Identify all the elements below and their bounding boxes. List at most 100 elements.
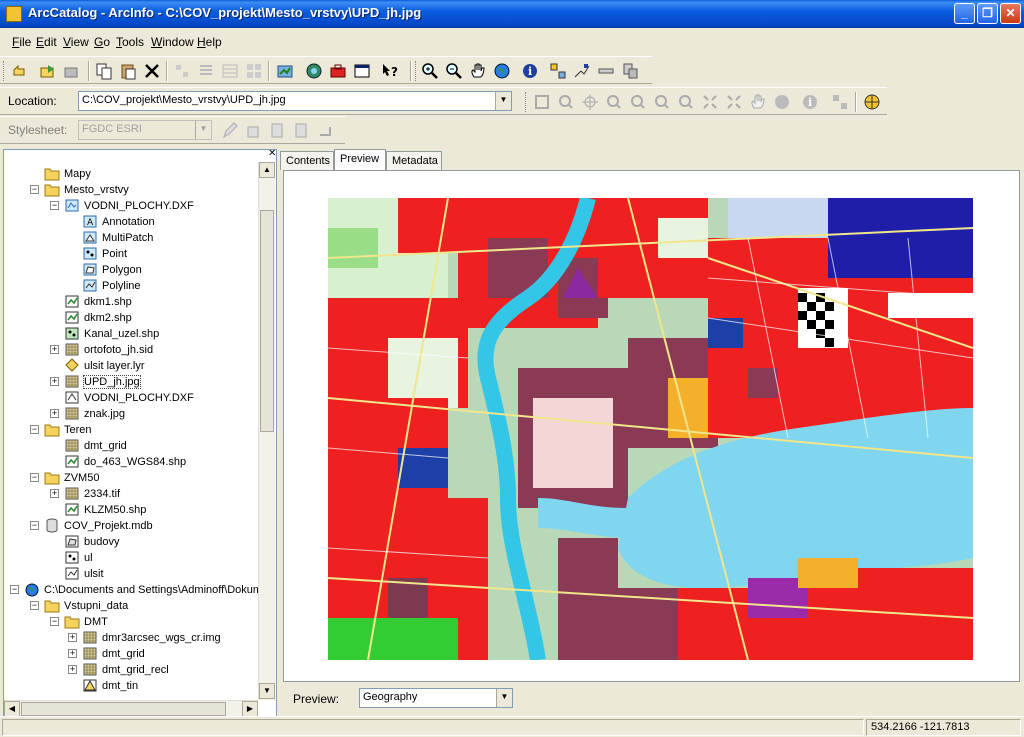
expand-icon[interactable]: +: [50, 489, 59, 498]
minimize-button[interactable]: _: [954, 3, 975, 24]
geocoding-icon[interactable]: [572, 61, 592, 81]
tree-vertical-scrollbar[interactable]: ▲ ▼: [258, 162, 275, 700]
scroll-right-icon[interactable]: ▶: [242, 701, 258, 716]
preview-type-select[interactable]: Geography ▼: [359, 688, 513, 708]
tree-item-label: Vstupni_data: [64, 600, 129, 612]
arccatalog-app-icon[interactable]: [6, 6, 22, 22]
fixed-zoom-out-icon[interactable]: [724, 92, 744, 112]
zoom-in-icon[interactable]: [420, 61, 440, 81]
catalog-tree: ✕ Mapy − Mesto_vrstvy − VODNI_PLOCHY.DXF A Ann…: [3, 149, 277, 717]
collapse-icon[interactable]: −: [30, 601, 39, 610]
link-tool-icon[interactable]: [596, 61, 616, 81]
scroll-down-icon[interactable]: ▼: [259, 683, 275, 699]
identify-disabled-icon[interactable]: i: [800, 92, 820, 112]
crosshair-icon[interactable]: [580, 92, 600, 112]
tree-horizontal-scrollbar[interactable]: ◀ ▶: [4, 700, 258, 716]
chevron-down-icon[interactable]: ▼: [195, 121, 211, 139]
large-icons-view-icon[interactable]: [172, 61, 192, 81]
menu-go[interactable]: Go: [94, 35, 110, 49]
tree-item-label: DMT: [84, 616, 108, 628]
collapse-icon[interactable]: −: [10, 585, 19, 594]
toolbox-icon[interactable]: [328, 61, 348, 81]
details-view-icon[interactable]: [220, 61, 240, 81]
status-message: [2, 719, 864, 736]
full-extent-globe-icon[interactable]: [492, 61, 512, 81]
georef-zoom-in-icon[interactable]: [556, 92, 576, 112]
tab-contents[interactable]: Contents: [280, 151, 334, 170]
fixed-zoom-in-icon[interactable]: [700, 92, 720, 112]
tab-metadata[interactable]: Metadata: [386, 151, 442, 170]
menu-window[interactable]: Window: [151, 35, 194, 49]
expand-icon[interactable]: +: [50, 409, 59, 418]
launch-arcmap-icon[interactable]: [275, 61, 295, 81]
globe-yellow-icon[interactable]: [862, 92, 882, 112]
up-one-level-icon[interactable]: [10, 61, 30, 81]
tin-icon: [82, 678, 98, 693]
thumbnail-disabled-icon[interactable]: [830, 92, 850, 112]
delete-icon[interactable]: [142, 61, 162, 81]
toolbar-grip[interactable]: [525, 92, 528, 112]
tab-preview[interactable]: Preview: [334, 149, 386, 171]
scroll-thumb-horizontal[interactable]: [21, 702, 226, 716]
disconnect-folder-icon[interactable]: [62, 61, 82, 81]
pan-disabled-icon[interactable]: [748, 92, 768, 112]
zoom-out-icon[interactable]: [444, 61, 464, 81]
menu-edit[interactable]: Edit: [36, 35, 57, 49]
panel-close-button[interactable]: ✕: [268, 150, 276, 159]
scroll-left-icon[interactable]: ◀: [4, 701, 20, 716]
stylesheet-combobox[interactable]: FGDC ESRI ▼: [78, 120, 212, 140]
thumbnails-view-icon[interactable]: [244, 61, 264, 81]
menu-help[interactable]: Help: [197, 35, 222, 49]
fixed-zoom-icon[interactable]: [676, 92, 696, 112]
expand-icon[interactable]: +: [68, 649, 77, 658]
magnifier-icon[interactable]: [604, 92, 624, 112]
toolbar-grip[interactable]: [415, 61, 418, 81]
layout-tool-icon[interactable]: [620, 61, 640, 81]
pan-hand-icon[interactable]: [468, 61, 488, 81]
create-thumbnail-icon[interactable]: [548, 61, 568, 81]
whats-this-help-icon[interactable]: ?: [380, 61, 400, 81]
edit-metadata-icon[interactable]: [220, 121, 240, 141]
command-line-icon[interactable]: [352, 61, 372, 81]
list-view-icon[interactable]: [196, 61, 216, 81]
identify-icon[interactable]: i: [520, 61, 540, 81]
metadata-properties-icon[interactable]: [244, 121, 264, 141]
collapse-icon[interactable]: −: [30, 425, 39, 434]
expand-icon[interactable]: +: [50, 345, 59, 354]
expand-icon[interactable]: +: [68, 633, 77, 642]
chevron-down-icon[interactable]: ▼: [495, 92, 511, 110]
location-combobox[interactable]: C:\COV_projekt\Mesto_vrstvy\UPD_jh.jpg ▼: [78, 91, 512, 111]
tree-item-label: VODNI_PLOCHY.DXF: [84, 200, 194, 212]
collapse-icon[interactable]: −: [50, 617, 59, 626]
map-preview-image[interactable]: [328, 198, 973, 660]
arctoolbox-icon[interactable]: [304, 61, 324, 81]
menu-file[interactable]: File: [12, 35, 31, 49]
import-metadata-icon[interactable]: [268, 121, 288, 141]
raster-icon: [64, 342, 80, 357]
georef-zoom-icon[interactable]: [532, 92, 552, 112]
toolbar-grip[interactable]: [3, 61, 6, 81]
expand-icon[interactable]: +: [68, 665, 77, 674]
close-button[interactable]: ✕: [1000, 3, 1021, 24]
connect-folder-icon[interactable]: [38, 61, 58, 81]
globe-disabled-icon[interactable]: [772, 92, 792, 112]
zoom-in-disabled-icon[interactable]: [628, 92, 648, 112]
update-metadata-icon[interactable]: [316, 121, 336, 141]
menu-tools[interactable]: Tools: [116, 35, 144, 49]
collapse-icon[interactable]: −: [30, 521, 39, 530]
chevron-down-icon[interactable]: ▼: [496, 689, 512, 707]
scroll-thumb[interactable]: [260, 210, 274, 432]
copy-icon[interactable]: [94, 61, 114, 81]
zoom-out-disabled-icon[interactable]: [652, 92, 672, 112]
collapse-icon[interactable]: −: [50, 201, 59, 210]
menu-view[interactable]: View: [63, 35, 89, 49]
window-title: ArcCatalog - ArcInfo - C:\COV_projekt\Me…: [28, 5, 422, 20]
export-metadata-icon[interactable]: [292, 121, 312, 141]
collapse-icon[interactable]: −: [30, 473, 39, 482]
collapse-icon[interactable]: −: [30, 185, 39, 194]
maximize-button[interactable]: ❐: [977, 3, 998, 24]
paste-icon[interactable]: [118, 61, 138, 81]
shapefile-icon: [64, 502, 80, 517]
expand-icon[interactable]: +: [50, 377, 59, 386]
scroll-up-icon[interactable]: ▲: [259, 162, 275, 178]
